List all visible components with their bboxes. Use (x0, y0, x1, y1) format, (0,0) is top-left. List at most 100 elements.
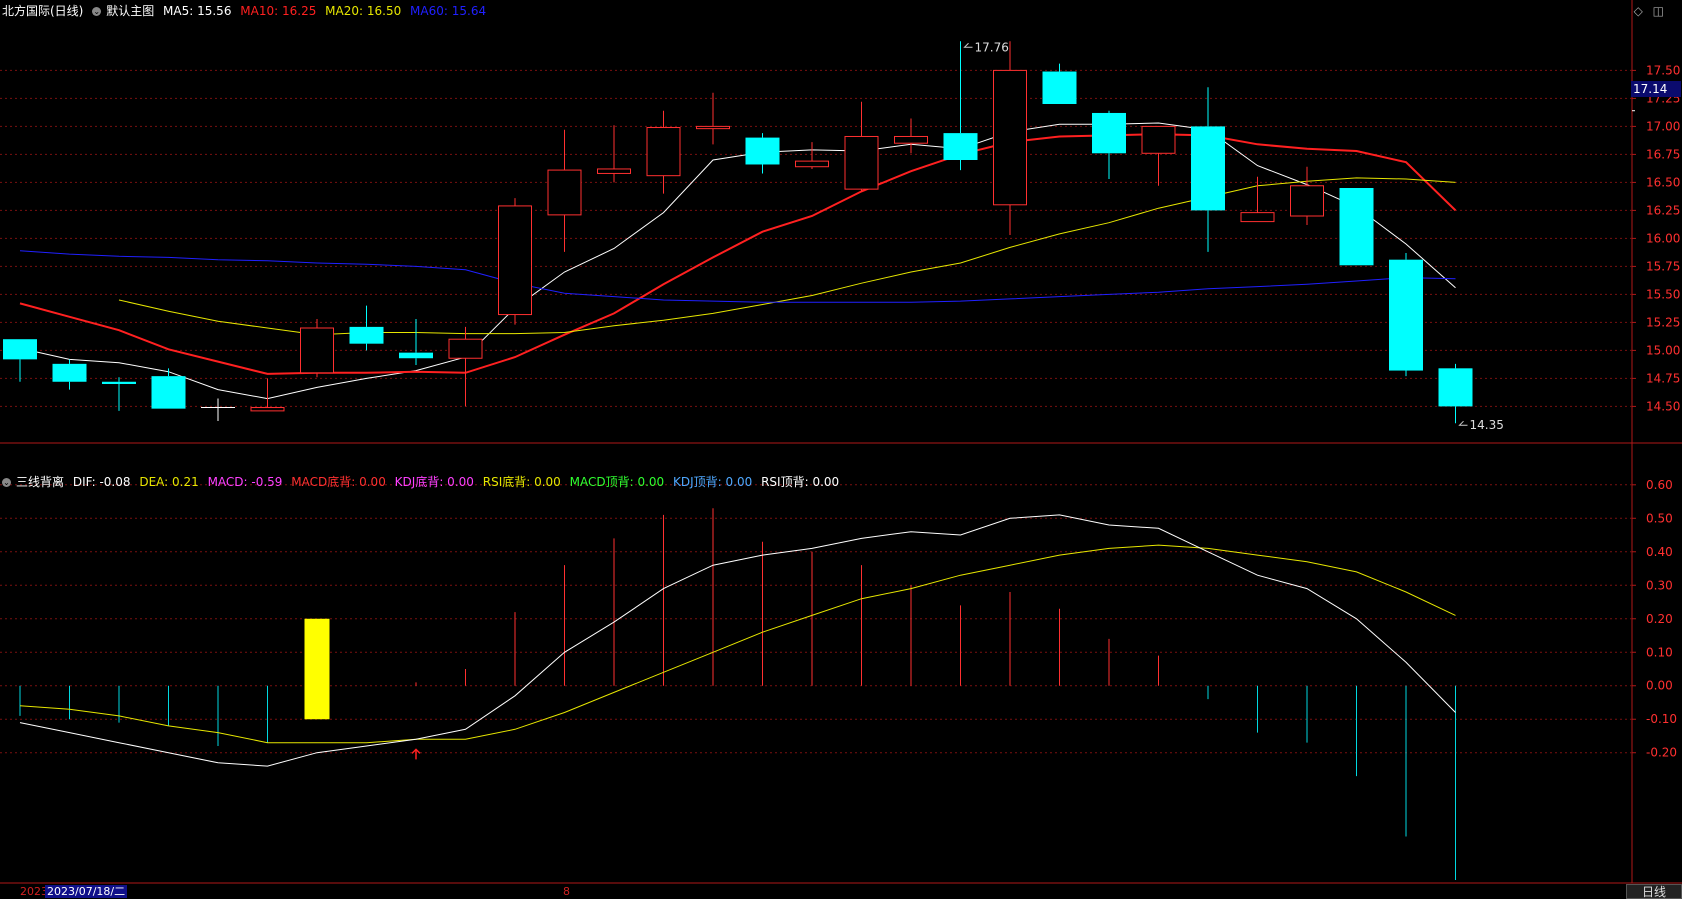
high-marker-arrow (963, 42, 973, 48)
high-price-label: 17.76 (975, 40, 1009, 54)
candle (597, 125, 631, 183)
indicator-legend: ⌄ 三线背离 DIF: -0.08 DEA: 0.21 MACD: -0.59 M… (2, 474, 844, 490)
candle-body (3, 339, 37, 360)
candle-body (1141, 125, 1176, 154)
candle-body (1339, 188, 1374, 266)
ma20-line (118, 177, 1456, 336)
divergence-signal-bar (304, 618, 330, 720)
candle (696, 92, 730, 145)
candle (102, 377, 136, 411)
candle-body (399, 352, 433, 359)
candle (795, 142, 829, 169)
candle (1141, 125, 1176, 186)
candle (1339, 188, 1374, 266)
price-tick-label: 14.75 (1646, 371, 1680, 385)
candle (646, 110, 681, 194)
lower-grid (0, 484, 1682, 884)
price-tick-label: 16.75 (1646, 147, 1680, 161)
ma10-line (19, 133, 1457, 375)
price-tick-label: 14.50 (1646, 399, 1680, 413)
candle-body (1290, 185, 1324, 217)
low-price-label: 14.35 (1470, 418, 1504, 432)
candle-body (696, 125, 730, 130)
indicator-tick-label: 0.30 (1646, 578, 1673, 592)
ma10-legend: MA10: 16.25 (240, 4, 317, 18)
diamond-icon[interactable]: ◇ (1634, 4, 1643, 18)
indicator-tick-label: 0.60 (1646, 478, 1673, 492)
macd-lines (19, 514, 1456, 767)
candle (1092, 110, 1126, 180)
price-tick-label: 15.00 (1646, 343, 1680, 357)
candle-body (993, 69, 1027, 206)
ma20-legend: MA20: 16.50 (325, 4, 402, 18)
candle-body (349, 326, 384, 344)
candle (894, 118, 928, 154)
candle (1042, 63, 1077, 104)
ma5-legend: MA5: 15.56 (163, 4, 232, 18)
candle-body (547, 169, 582, 216)
price-tick-label: 16.25 (1646, 203, 1680, 217)
low-marker-arrow (1458, 420, 1468, 426)
price-tick-label: 16.00 (1646, 231, 1680, 245)
candle-body (1191, 126, 1225, 211)
candle (1389, 252, 1423, 377)
macd-histogram (19, 508, 1456, 880)
candle (448, 326, 483, 407)
kdj-top-div-legend: KDJ顶背: 0.00 (673, 475, 753, 489)
window-controls: ◇ ◫ (1634, 4, 1664, 18)
candle-body (151, 376, 186, 409)
candle-body (498, 205, 532, 316)
candle-body (448, 338, 483, 359)
indicator-tick-label: -0.10 (1646, 712, 1677, 726)
price-tick-label: 16.50 (1646, 175, 1680, 189)
candle-body (1240, 212, 1275, 223)
rsi-bottom-div-legend: RSI底背: 0.00 (482, 475, 561, 489)
indicator-tick-label: -0.20 (1646, 746, 1677, 760)
candle (151, 368, 186, 409)
candle (1191, 87, 1225, 252)
indicator-name[interactable]: 三线背离 (16, 475, 64, 489)
indicator-tick-label: 0.40 (1646, 545, 1673, 559)
indicator-tick-label: 0.50 (1646, 511, 1673, 525)
period-tab-daily[interactable]: 日线 (1626, 884, 1682, 899)
chevron-down-icon[interactable]: ⌄ (92, 7, 102, 16)
price-tick-label: 17.50 (1646, 63, 1680, 77)
price-tick-label: 17.00 (1646, 119, 1680, 133)
price-tick-label: 15.75 (1646, 259, 1680, 273)
year-label: 2023 (20, 885, 48, 898)
dif-legend: DIF: -0.08 (72, 475, 131, 489)
moving-average-lines (19, 122, 1457, 400)
macd-top-div-legend: MACD顶背: 0.00 (569, 475, 665, 489)
candle (1290, 166, 1324, 225)
kdj-bottom-div-legend: KDJ底背: 0.00 (394, 475, 474, 489)
chevron-down-icon[interactable]: ⌄ (2, 478, 11, 487)
candle-body (597, 168, 631, 174)
candle-body (250, 407, 285, 412)
candle-body (646, 127, 681, 177)
ma5-line (19, 122, 1456, 400)
price-tick-label: 15.25 (1646, 315, 1680, 329)
candle (300, 319, 334, 378)
macd-bottom-div-legend: MACD底背: 0.00 (291, 475, 386, 489)
candle (1438, 363, 1473, 424)
chart-canvas[interactable]: 17.5017.2517.0016.7516.5016.2516.0015.75… (0, 0, 1682, 899)
candle-body (795, 160, 829, 168)
candle-body (894, 135, 928, 144)
macd-legend: MACD: -0.59 (207, 475, 283, 489)
candle (399, 319, 433, 365)
candle-body (844, 135, 879, 190)
candle (844, 101, 879, 192)
candle-body (1389, 259, 1423, 371)
candle-body (943, 133, 978, 160)
template-label[interactable]: 默认主图 (106, 4, 154, 18)
candle (1240, 176, 1275, 223)
candle (3, 339, 37, 382)
current-price-tag: 17.14 (1631, 81, 1681, 97)
dea-legend: DEA: 0.21 (139, 475, 199, 489)
candle (498, 198, 532, 325)
upper-grid (0, 0, 1682, 883)
stock-title[interactable]: 北方国际(日线) (2, 4, 83, 18)
candle (943, 41, 978, 171)
restore-icon[interactable]: ◫ (1653, 4, 1664, 18)
price-tick-label: 15.50 (1646, 287, 1680, 301)
